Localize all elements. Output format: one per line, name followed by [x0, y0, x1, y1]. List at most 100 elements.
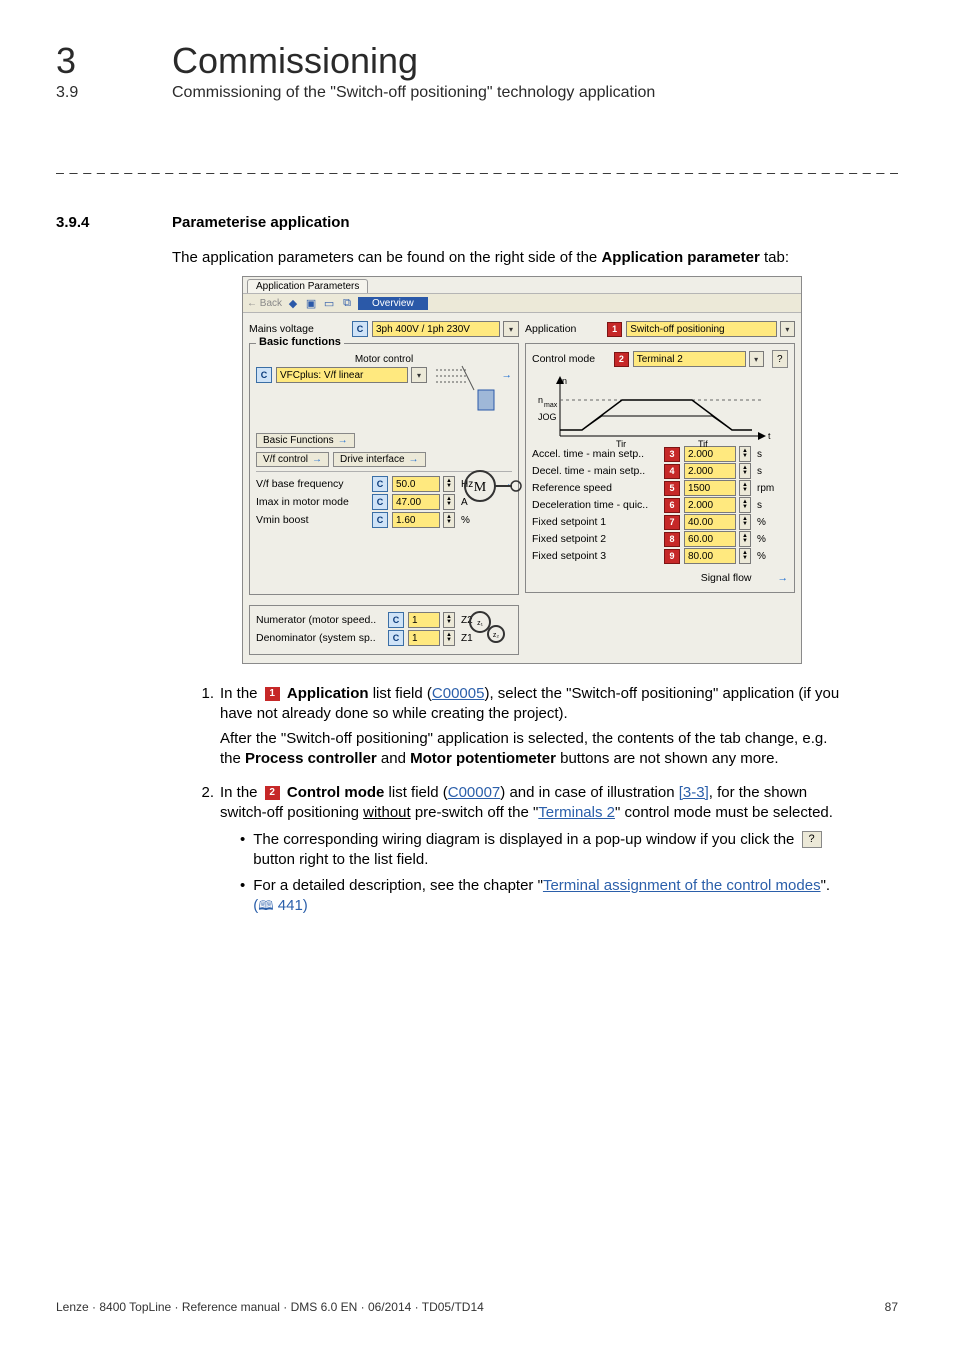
imax-input[interactable]: 47.00: [392, 494, 440, 510]
vmin-input[interactable]: 1.60: [392, 512, 440, 528]
spinner-icon[interactable]: ▲▼: [443, 512, 455, 528]
param-label: Fixed setpoint 2: [532, 533, 660, 545]
link-c00005[interactable]: C00005: [432, 685, 485, 702]
application-label: Application: [525, 323, 603, 335]
help-button[interactable]: ?: [772, 350, 789, 368]
c-chip-icon[interactable]: C: [388, 612, 404, 628]
intro-text: The application parameters can be found …: [172, 249, 898, 266]
spinner-icon[interactable]: ▲▼: [739, 548, 751, 564]
vmin-label: Vmin boost: [256, 514, 368, 526]
chevron-down-icon[interactable]: ▾: [411, 367, 427, 383]
nav-icon[interactable]: ◆: [286, 296, 300, 310]
chevron-down-icon[interactable]: ▾: [780, 321, 795, 337]
param-label: Decel. time - main setp..: [532, 465, 660, 477]
param-input[interactable]: 2.000: [684, 497, 736, 513]
c-chip-icon[interactable]: C: [372, 494, 388, 510]
link-illustration-3-3[interactable]: [3-3]: [679, 784, 709, 801]
param-input[interactable]: 40.00: [684, 514, 736, 530]
svg-text:Tif: Tif: [698, 439, 708, 449]
step-1-text: In the 1 Application list field (C00005)…: [220, 684, 842, 769]
spinner-icon[interactable]: ▲▼: [443, 494, 455, 510]
drive-interface-button[interactable]: Drive interface →: [333, 452, 425, 467]
c-chip-icon[interactable]: C: [388, 630, 404, 646]
c-chip-icon[interactable]: C: [352, 321, 368, 337]
svg-text:t: t: [768, 431, 771, 441]
mains-voltage-dropdown[interactable]: 3ph 400V / 1ph 230V: [372, 321, 500, 337]
c-chip-icon[interactable]: C: [372, 512, 388, 528]
chevron-down-icon[interactable]: ▾: [749, 351, 764, 367]
link-terminals-2[interactable]: Terminals 2: [538, 804, 615, 821]
param-input[interactable]: 1500: [684, 480, 736, 496]
bullet-icon: •: [240, 830, 245, 871]
param-input[interactable]: 80.00: [684, 548, 736, 564]
page-ref[interactable]: 441): [274, 897, 308, 914]
param-row: Fixed setpoint 1740.00▲▼%: [532, 514, 788, 530]
param-row: Reference speed51500▲▼rpm: [532, 480, 788, 496]
overview-button[interactable]: Overview: [358, 297, 428, 310]
spinner-icon[interactable]: ▲▼: [739, 480, 751, 496]
nav-icon[interactable]: ⧉: [340, 296, 354, 310]
denominator-label: Denominator (system sp..: [256, 632, 384, 644]
param-row: Fixed setpoint 2860.00▲▼%: [532, 531, 788, 547]
spinner-icon[interactable]: ▲▼: [739, 463, 751, 479]
nav-icon[interactable]: ▭: [322, 296, 336, 310]
step-number: 1.: [196, 684, 214, 769]
param-input[interactable]: 2.000: [684, 463, 736, 479]
bullet-icon: •: [240, 876, 245, 917]
imax-label: Imax in motor mode: [256, 496, 368, 508]
spinner-icon[interactable]: ▲▼: [443, 612, 455, 628]
denominator-input[interactable]: 1: [408, 630, 440, 646]
vf-control-button[interactable]: V/f control →: [256, 452, 329, 467]
spinner-icon[interactable]: ▲▼: [443, 476, 455, 492]
unit-label: s: [757, 466, 777, 477]
subsection-title: Parameterise application: [172, 214, 350, 231]
param-label: Fixed setpoint 3: [532, 550, 660, 562]
unit-label: s: [757, 500, 777, 511]
nav-icon[interactable]: ▣: [304, 296, 318, 310]
spinner-icon[interactable]: ▲▼: [739, 531, 751, 547]
c-chip-icon[interactable]: C: [256, 367, 272, 383]
marker-2-icon: 2: [614, 352, 629, 367]
link-terminal-assignment[interactable]: Terminal assignment of the control modes: [543, 877, 821, 894]
unit-label: rpm: [757, 483, 777, 494]
vf-base-freq-label: V/f base frequency: [256, 478, 368, 490]
svg-text:Tir: Tir: [616, 439, 626, 449]
numerator-label: Numerator (motor speed..: [256, 614, 384, 626]
svg-text:n: n: [538, 395, 543, 405]
mains-voltage-label: Mains voltage: [249, 323, 314, 335]
chevron-down-icon[interactable]: ▾: [503, 321, 519, 337]
vf-base-freq-input[interactable]: 50.0: [392, 476, 440, 492]
param-input[interactable]: 60.00: [684, 531, 736, 547]
marker-5-icon: 5: [664, 481, 680, 496]
help-button-inline: ?: [802, 831, 822, 848]
back-button[interactable]: ← Back: [247, 298, 282, 309]
marker-1-icon: 1: [607, 322, 622, 337]
control-mode-label: Control mode: [532, 353, 610, 365]
param-row: Deceleration time - quic..62.000▲▼s: [532, 497, 788, 513]
marker-4-icon: 4: [664, 464, 680, 479]
arrow-right-icon[interactable]: →: [778, 572, 789, 584]
control-mode-dropdown[interactable]: Terminal 2: [633, 351, 746, 367]
footer-text: Lenze · 8400 TopLine · Reference manual …: [56, 1300, 484, 1314]
unit-label: s: [757, 449, 777, 460]
basic-functions-button[interactable]: Basic Functions →: [256, 433, 355, 448]
marker-2-icon: 2: [265, 786, 280, 800]
application-dropdown[interactable]: Switch-off positioning: [626, 321, 776, 337]
motor-control-dropdown[interactable]: VFCplus: V/f linear: [276, 367, 408, 383]
divider-dashes: _ _ _ _ _ _ _ _ _ _ _ _ _ _ _ _ _ _ _ _ …: [56, 158, 898, 174]
screenshot-figure: Application Parameters ← Back ◆ ▣ ▭ ⧉ Ov…: [242, 276, 802, 664]
numerator-input[interactable]: 1: [408, 612, 440, 628]
link-c00007[interactable]: C00007: [448, 784, 501, 801]
toolbar: ← Back ◆ ▣ ▭ ⧉ Overview: [243, 293, 801, 313]
chapter-title: Commissioning: [172, 40, 418, 82]
signal-flow-button[interactable]: Signal flow: [701, 572, 752, 584]
spinner-icon[interactable]: ▲▼: [739, 514, 751, 530]
step-2-text: In the 2 Control mode list field (C00007…: [220, 783, 842, 917]
spinner-icon[interactable]: ▲▼: [443, 630, 455, 646]
param-row: Fixed setpoint 3980.00▲▼%: [532, 548, 788, 564]
spinner-icon[interactable]: ▲▼: [739, 497, 751, 513]
window-tab[interactable]: Application Parameters: [247, 279, 368, 293]
c-chip-icon[interactable]: C: [372, 476, 388, 492]
step-number: 2.: [196, 783, 214, 917]
marker-8-icon: 8: [664, 532, 680, 547]
